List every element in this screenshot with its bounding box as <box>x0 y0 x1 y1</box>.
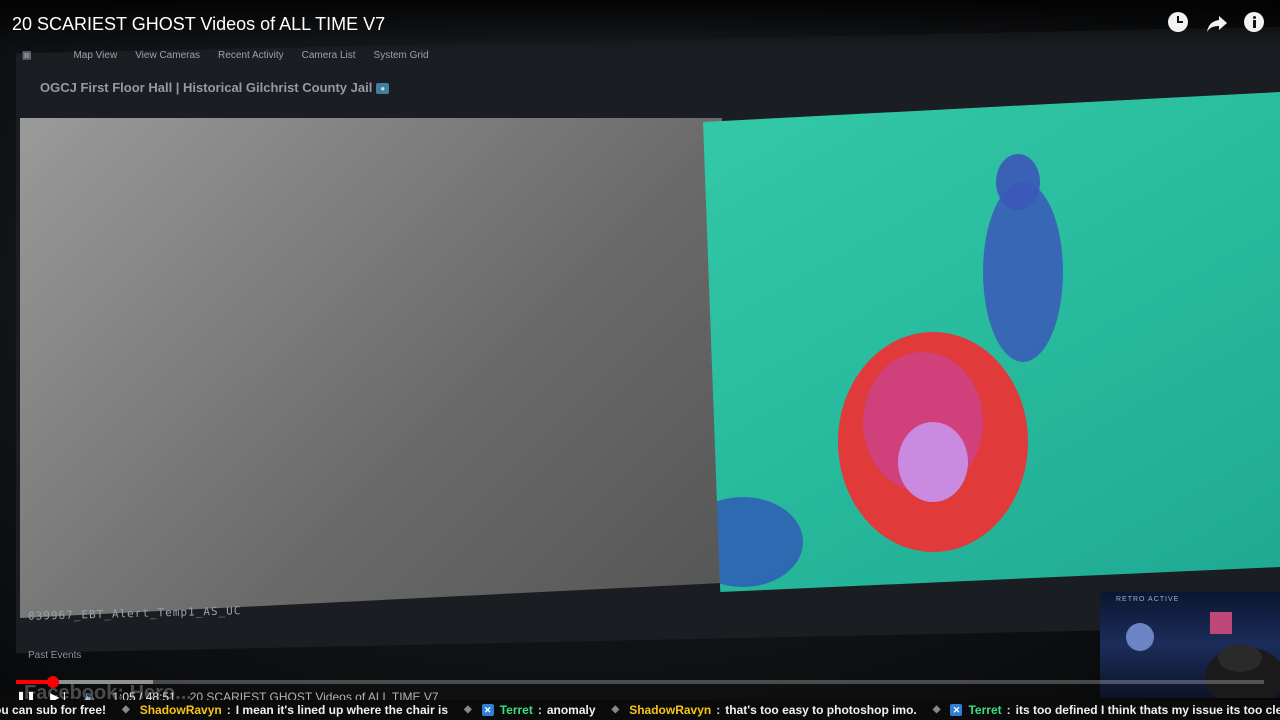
chat-username[interactable]: ShadowRavyn <box>629 700 711 720</box>
moderator-badge-icon: ✕ <box>481 704 494 716</box>
moderator-badge-icon: ✕ <box>950 704 963 716</box>
chat-message: ou can sub for free! <box>0 703 107 717</box>
night-vision-feed <box>20 118 722 618</box>
chat-message: ShadowRavyn : I mean it's lined up where… <box>140 700 448 720</box>
clock-icon[interactable] <box>1168 12 1190 34</box>
live-badge: ● <box>376 83 390 95</box>
chat-username[interactable]: Terret <box>500 700 533 720</box>
progress-bar[interactable] <box>16 676 1264 688</box>
webcam-sign: RETRO ACTIVE <box>1116 596 1180 603</box>
chat-username[interactable]: Terret <box>968 700 1001 720</box>
separator-icon: ◆ <box>464 704 472 715</box>
past-events-label: Past Events <box>28 650 82 661</box>
chat-text: its too defined I think thats my issue i… <box>1015 703 1280 717</box>
top-actions <box>1168 12 1266 34</box>
camera-title: OGCJ First Floor Hall | Historical Gilch… <box>40 80 390 95</box>
monitor-nav-item: View Cameras <box>135 50 201 61</box>
chat-username[interactable]: ShadowRavyn <box>140 700 222 720</box>
share-icon[interactable] <box>1206 12 1228 34</box>
monitor-nav-item: System Grid <box>373 50 429 61</box>
video-title[interactable]: 20 SCARIEST GHOST Videos of ALL TIME V7 <box>12 13 385 35</box>
separator-icon: ◆ <box>932 704 941 715</box>
separator-icon: ◆ <box>122 704 130 715</box>
separator-icon: ◆ <box>611 704 620 715</box>
info-icon[interactable] <box>1244 12 1266 34</box>
chat-message: ✕ Terret : its too defined I think thats… <box>950 700 1280 720</box>
chat-ticker: ou can sub for free! ◆ ShadowRavyn : I m… <box>0 700 1280 720</box>
monitor-nav: ▣ Map View View Cameras Recent Activity … <box>22 50 429 61</box>
chat-text: anomaly <box>546 703 596 717</box>
chat-text: that's too easy to photoshop imo. <box>725 703 917 717</box>
thermal-figures <box>703 154 1063 587</box>
video-player[interactable]: ▣ Map View View Cameras Recent Activity … <box>0 0 1280 720</box>
monitor-nav-item: Map View <box>73 50 118 61</box>
monitor-nav-item: Camera List <box>301 50 356 61</box>
chat-message: ShadowRavyn : that's too easy to photosh… <box>629 700 917 720</box>
chat-text: I mean it's lined up where the chair is <box>235 703 448 717</box>
monitor-logo: ▣ <box>22 50 32 61</box>
thermal-feed <box>703 92 1280 592</box>
chat-message: ✕ Terret : anomaly <box>481 700 596 720</box>
monitor-nav-item: Recent Activity <box>218 50 284 61</box>
